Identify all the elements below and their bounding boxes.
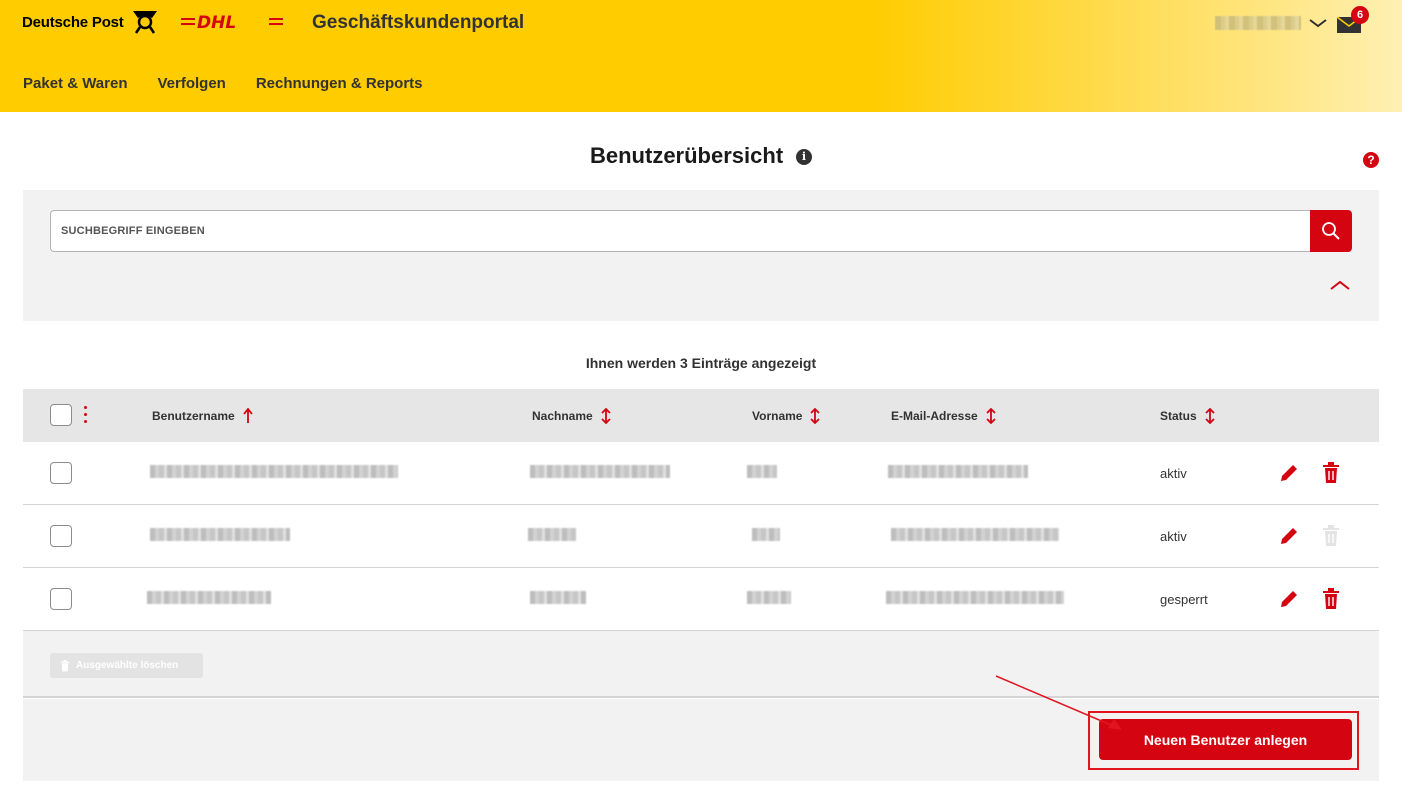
trash-icon[interactable] [1322,588,1340,610]
main-nav: Paket & Waren Verfolgen Rechnungen & Rep… [23,75,423,92]
email-cell-redacted [886,591,1064,604]
table-row: gesperrt [23,568,1379,631]
help-icon[interactable]: ? [1363,152,1379,168]
nav-rechnungen-reports[interactable]: Rechnungen & Reports [256,75,423,92]
table-footer: Ausgewählte löschen [23,631,1379,698]
search-button[interactable] [1310,210,1352,252]
delete-selected-label: Ausgewählte löschen [76,660,179,671]
user-menu-name[interactable] [1215,16,1301,30]
nav-verfolgen[interactable]: Verfolgen [157,75,225,92]
posthorn-icon[interactable] [130,8,160,34]
lastname-cell-redacted [530,465,670,478]
sort-icon [1205,408,1215,424]
sort-icon [810,408,821,424]
column-label: Vorname [752,409,803,423]
table-row: aktiv [23,505,1379,568]
row-checkbox[interactable] [50,588,72,610]
nav-paket-waren[interactable]: Paket & Waren [23,75,127,92]
username-cell-redacted [150,528,290,541]
search-icon [1322,222,1340,240]
delete-selected-button[interactable]: Ausgewählte löschen [50,653,203,678]
email-cell-redacted [888,465,1028,478]
column-header-benutzername[interactable]: Benutzername [152,408,253,424]
column-label: E-Mail-Adresse [891,409,978,423]
search-panel [23,190,1379,321]
firstname-cell-redacted [747,465,777,478]
sort-icon [986,408,996,424]
column-header-nachname[interactable]: Nachname [532,408,611,424]
deutsche-post-brand[interactable]: Deutsche Post [22,14,124,31]
column-label: Benutzername [152,409,235,423]
column-header-vorname[interactable]: Vorname [752,408,821,424]
column-label: Nachname [532,409,593,423]
trash-icon-disabled [1323,525,1339,546]
trash-icon[interactable] [1322,462,1340,484]
username-cell-redacted [147,591,271,604]
edit-pencil-icon[interactable] [1278,525,1300,547]
lastname-cell-redacted [528,528,576,541]
firstname-cell-redacted [752,528,780,541]
trash-icon [60,659,70,671]
top-header: Deutsche Post DHL Geschäftskundenportal … [0,0,1402,112]
sort-ascending-icon [242,408,253,423]
column-label: Status [1160,409,1197,423]
column-header-status[interactable]: Status [1160,408,1215,424]
annotation-arrow-icon [995,675,1122,730]
results-count: Ihnen werden 3 Einträge angezeigt [585,355,817,371]
lastname-cell-redacted [530,591,586,604]
status-cell: gesperrt [1160,592,1208,607]
dhl-logo-text: DHL [197,13,236,31]
row-checkbox[interactable] [50,462,72,484]
page-title: Benutzerübersicht [590,143,784,168]
row-checkbox[interactable] [50,525,72,547]
search-input[interactable] [50,210,1312,252]
edit-pencil-icon[interactable] [1278,588,1300,610]
column-header-email[interactable]: E-Mail-Adresse [891,408,996,424]
info-icon[interactable]: i [796,149,812,165]
mail-count-badge: 6 [1351,6,1369,24]
firstname-cell-redacted [747,591,791,604]
table-row: aktiv [23,442,1379,505]
portal-title: Geschäftskundenportal [312,12,525,33]
select-all-checkbox[interactable] [50,404,72,426]
chevron-up-icon[interactable] [1328,278,1352,292]
status-cell: aktiv [1160,529,1187,544]
dhl-logo[interactable]: DHL [181,13,283,31]
sort-icon [601,408,611,424]
chevron-down-icon[interactable] [1308,16,1328,30]
edit-pencil-icon[interactable] [1278,462,1300,484]
email-cell-redacted [891,528,1059,541]
table-header: Benutzername Nachname Vorname E-Mail-Adr… [23,389,1379,442]
more-options-icon[interactable] [84,406,88,424]
username-cell-redacted [150,465,398,478]
users-table: Benutzername Nachname Vorname E-Mail-Adr… [23,389,1379,698]
status-cell: aktiv [1160,466,1187,481]
